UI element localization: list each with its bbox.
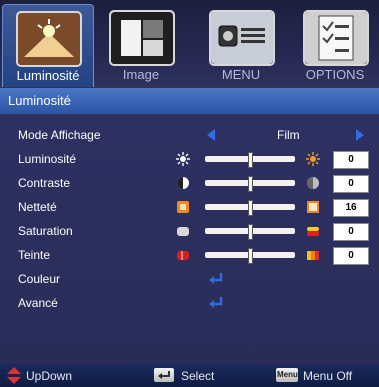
tab-label: Image [122, 67, 160, 82]
row-label: Netteté [18, 200, 57, 214]
menu-key-label: Menu [277, 370, 298, 379]
brightness-value: 0 [333, 151, 369, 169]
row-label: Mode Affichage [18, 128, 101, 142]
saturation-high-icon [307, 227, 319, 236]
row-luminosite[interactable]: Luminosité 0 [0, 148, 379, 172]
footer-menu-off: Menu Off [303, 369, 353, 383]
row-mode-affichage[interactable]: Mode Affichage Film [0, 124, 379, 148]
tint-value: 0 [333, 247, 369, 265]
menu-rows: Mode Affichage Film Luminosité 0 Contras… [0, 114, 379, 362]
saturation-slider[interactable] [205, 224, 295, 240]
row-nettete[interactable]: Netteté 16 [0, 196, 379, 220]
footer-bar: UpDown Select Menu Menu Off [0, 364, 379, 387]
image-tab-icon [109, 10, 175, 66]
contrast-value: 0 [333, 175, 369, 193]
sun-dark-icon [176, 152, 190, 166]
menu-tab-icon [209, 10, 275, 66]
saturation-low-icon [177, 227, 189, 236]
slider-knob[interactable] [248, 248, 253, 264]
tab-luminosite[interactable]: Luminosité [2, 4, 94, 87]
contrast-high-icon [307, 177, 319, 189]
up-down-icon [7, 367, 21, 384]
sharpness-low-icon [177, 201, 189, 213]
arrow-left-icon[interactable] [207, 129, 215, 141]
mode-value: Film [277, 128, 300, 142]
row-teinte[interactable]: Teinte 0 [0, 244, 379, 268]
tint-low-icon [177, 251, 189, 260]
tab-options[interactable]: OPTIONS [290, 4, 379, 86]
brightness-tab-icon [16, 11, 82, 67]
menu-key-icon: Menu [276, 368, 298, 382]
row-contraste[interactable]: Contraste 0 [0, 172, 379, 196]
sharpness-slider[interactable] [205, 200, 295, 216]
row-label: Luminosité [18, 152, 77, 166]
row-label: Contraste [18, 176, 71, 190]
enter-key-icon [154, 368, 174, 382]
row-label: Avancé [18, 296, 58, 310]
tab-menu[interactable]: MENU [196, 4, 286, 86]
arrow-right-icon[interactable] [356, 129, 364, 141]
saturation-value: 0 [333, 223, 369, 241]
row-saturation[interactable]: Saturation 0 [0, 220, 379, 244]
enter-icon[interactable] [208, 296, 224, 310]
row-label: Couleur [18, 272, 61, 286]
row-label: Teinte [18, 248, 51, 262]
slider-knob[interactable] [248, 200, 253, 216]
enter-icon[interactable] [208, 272, 224, 286]
tint-high-icon [307, 251, 319, 260]
sun-bright-icon [306, 152, 320, 166]
tab-label: Luminosité [16, 68, 80, 83]
tint-slider[interactable] [205, 248, 295, 264]
row-label: Saturation [18, 224, 73, 238]
sharpness-high-icon [307, 201, 319, 213]
section-title-bar: Luminosité [0, 88, 379, 114]
slider-knob[interactable] [248, 152, 253, 168]
brightness-slider[interactable] [205, 152, 295, 168]
row-couleur[interactable]: Couleur [0, 268, 379, 292]
osd-menu: Luminosité Image MENU OPTIONS Luminosité… [0, 0, 379, 387]
tab-image[interactable]: Image [96, 4, 186, 86]
options-tab-icon [303, 10, 369, 66]
row-avance[interactable]: Avancé [0, 292, 379, 316]
sharpness-value: 16 [333, 199, 369, 217]
slider-knob[interactable] [248, 176, 253, 192]
footer-updown: UpDown [26, 369, 73, 383]
slider-knob[interactable] [248, 224, 253, 240]
footer-select: Select [181, 369, 215, 383]
tab-label: OPTIONS [305, 67, 365, 82]
tab-label: MENU [221, 67, 261, 82]
contrast-low-icon [177, 177, 189, 189]
section-title: Luminosité [8, 93, 71, 108]
tab-strip: Luminosité Image MENU OPTIONS [0, 0, 379, 88]
contrast-slider[interactable] [205, 176, 295, 192]
